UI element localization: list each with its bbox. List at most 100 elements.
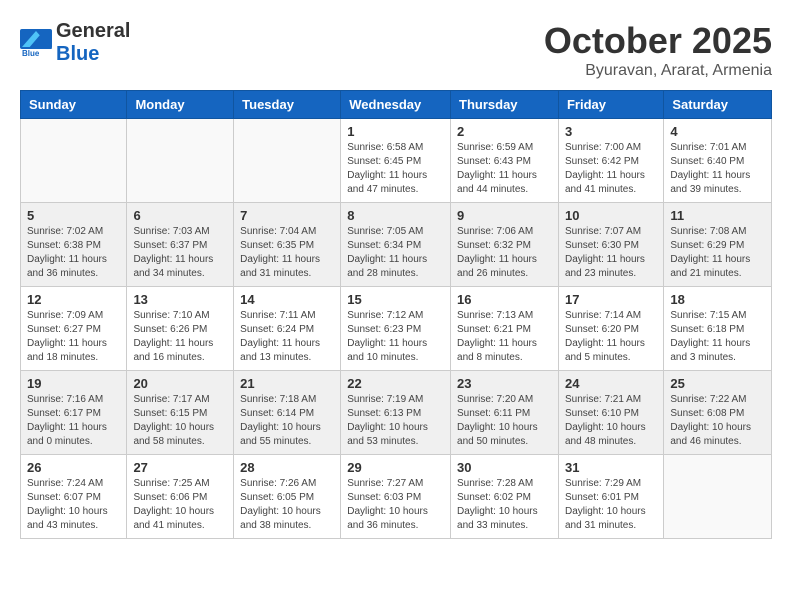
- weekday-header-thursday: Thursday: [451, 91, 559, 119]
- calendar-cell: 12 Sunrise: 7:09 AM Sunset: 6:27 PM Dayli…: [21, 287, 127, 371]
- day-number: 15: [347, 292, 444, 307]
- day-number: 3: [565, 124, 657, 139]
- logo-general-text: General: [56, 20, 130, 42]
- calendar-cell: 18Sunrise: 7:15 AM Sunset: 6:18 PM Dayli…: [664, 287, 772, 371]
- calendar-cell: 9Sunrise: 7:06 AM Sunset: 6:32 PM Daylig…: [451, 203, 559, 287]
- day-info: Sunrise: 7:17 AM Sunset: 6:15 PM Dayligh…: [133, 393, 227, 449]
- day-info: Sunrise: 7:02 AM Sunset: 6:38 PM Dayligh…: [27, 225, 120, 281]
- calendar-cell: 22 Sunrise: 7:19 AM Sunset: 6:13 PM Dayli…: [341, 371, 451, 455]
- calendar-cell: 23 Sunrise: 7:20 AM Sunset: 6:11 PM Dayli…: [451, 371, 559, 455]
- calendar-cell: 2 Sunrise: 6:59 AM Sunset: 6:43 PM Daylig…: [451, 119, 559, 203]
- day-number: 17: [565, 292, 657, 307]
- day-info: Sunrise: 7:19 AM Sunset: 6:13 PM Dayligh…: [347, 393, 444, 449]
- day-info: Sunrise: 7:26 AM Sunset: 6:05 PM Dayligh…: [240, 477, 334, 533]
- calendar-cell: 10Sunrise: 7:07 AM Sunset: 6:30 PM Dayli…: [558, 203, 663, 287]
- day-number: 11: [670, 208, 765, 223]
- day-number: 1: [347, 124, 444, 139]
- calendar-cell: 27 Sunrise: 7:25 AM Sunset: 6:06 PM Dayli…: [127, 455, 234, 539]
- weekday-header-row: SundayMondayTuesdayWednesdayThursdayFrid…: [21, 91, 772, 119]
- day-info: Sunrise: 7:20 AM Sunset: 6:11 PM Dayligh…: [457, 393, 552, 449]
- calendar-cell: 14Sunrise: 7:11 AM Sunset: 6:24 PM Dayli…: [234, 287, 341, 371]
- calendar-week-row: 5 Sunrise: 7:02 AM Sunset: 6:38 PM Daylig…: [21, 203, 772, 287]
- calendar-week-row: 1 Sunrise: 6:58 AM Sunset: 6:45 PM Daylig…: [21, 119, 772, 203]
- day-number: 19: [27, 376, 120, 391]
- day-number: 29: [347, 460, 444, 475]
- day-number: 31: [565, 460, 657, 475]
- day-info: Sunrise: 7:29 AM Sunset: 6:01 PM Dayligh…: [565, 477, 657, 533]
- day-info: Sunrise: 7:05 AM Sunset: 6:34 PM Dayligh…: [347, 225, 444, 281]
- calendar-cell: 11 Sunrise: 7:08 AM Sunset: 6:29 PM Dayli…: [664, 203, 772, 287]
- calendar-cell: 4 Sunrise: 7:01 AM Sunset: 6:40 PM Daylig…: [664, 119, 772, 203]
- calendar-cell: 17Sunrise: 7:14 AM Sunset: 6:20 PM Dayli…: [558, 287, 663, 371]
- svg-text:Blue: Blue: [22, 49, 40, 57]
- calendar-cell: 21Sunrise: 7:18 AM Sunset: 6:14 PM Dayli…: [234, 371, 341, 455]
- calendar-cell: 15 Sunrise: 7:12 AM Sunset: 6:23 PM Dayli…: [341, 287, 451, 371]
- day-info: Sunrise: 7:03 AM Sunset: 6:37 PM Dayligh…: [133, 225, 227, 281]
- calendar-cell: 3 Sunrise: 7:00 AM Sunset: 6:42 PM Daylig…: [558, 119, 663, 203]
- day-info: Sunrise: 7:08 AM Sunset: 6:29 PM Dayligh…: [670, 225, 765, 281]
- calendar-cell: 25 Sunrise: 7:22 AM Sunset: 6:08 PM Dayli…: [664, 371, 772, 455]
- calendar-week-row: 19 Sunrise: 7:16 AM Sunset: 6:17 PM Dayli…: [21, 371, 772, 455]
- day-info: Sunrise: 7:16 AM Sunset: 6:17 PM Dayligh…: [27, 393, 120, 449]
- day-number: 16: [457, 292, 552, 307]
- calendar-cell: [21, 119, 127, 203]
- day-info: Sunrise: 7:09 AM Sunset: 6:27 PM Dayligh…: [27, 309, 120, 365]
- day-number: 23: [457, 376, 552, 391]
- calendar-cell: 29 Sunrise: 7:27 AM Sunset: 6:03 PM Dayli…: [341, 455, 451, 539]
- title-section: October 2025 Byuravan, Ararat, Armenia: [544, 20, 772, 80]
- calendar-cell: 6 Sunrise: 7:03 AM Sunset: 6:37 PM Daylig…: [127, 203, 234, 287]
- day-info: Sunrise: 7:00 AM Sunset: 6:42 PM Dayligh…: [565, 141, 657, 197]
- day-number: 8: [347, 208, 444, 223]
- day-info: Sunrise: 7:24 AM Sunset: 6:07 PM Dayligh…: [27, 477, 120, 533]
- day-info: Sunrise: 7:01 AM Sunset: 6:40 PM Dayligh…: [670, 141, 765, 197]
- calendar-cell: [664, 455, 772, 539]
- logo-blue-text: Blue: [56, 43, 99, 65]
- calendar-cell: 24Sunrise: 7:21 AM Sunset: 6:10 PM Dayli…: [558, 371, 663, 455]
- day-info: Sunrise: 7:22 AM Sunset: 6:08 PM Dayligh…: [670, 393, 765, 449]
- day-number: 2: [457, 124, 552, 139]
- calendar-cell: 26 Sunrise: 7:24 AM Sunset: 6:07 PM Dayli…: [21, 455, 127, 539]
- day-info: Sunrise: 7:27 AM Sunset: 6:03 PM Dayligh…: [347, 477, 444, 533]
- day-number: 30: [457, 460, 552, 475]
- calendar-cell: 13Sunrise: 7:10 AM Sunset: 6:26 PM Dayli…: [127, 287, 234, 371]
- day-number: 26: [27, 460, 120, 475]
- day-info: Sunrise: 6:58 AM Sunset: 6:45 PM Dayligh…: [347, 141, 444, 197]
- calendar-cell: 8 Sunrise: 7:05 AM Sunset: 6:34 PM Daylig…: [341, 203, 451, 287]
- day-number: 22: [347, 376, 444, 391]
- page-header: Blue General Blue October 2025 Byuravan,…: [20, 20, 772, 80]
- day-info: Sunrise: 7:13 AM Sunset: 6:21 PM Dayligh…: [457, 309, 552, 365]
- day-number: 14: [240, 292, 334, 307]
- calendar-cell: 1 Sunrise: 6:58 AM Sunset: 6:45 PM Daylig…: [341, 119, 451, 203]
- day-info: Sunrise: 7:28 AM Sunset: 6:02 PM Dayligh…: [457, 477, 552, 533]
- month-year-title: October 2025: [544, 20, 772, 62]
- day-number: 27: [133, 460, 227, 475]
- calendar-cell: 30 Sunrise: 7:28 AM Sunset: 6:02 PM Dayli…: [451, 455, 559, 539]
- calendar-table: SundayMondayTuesdayWednesdayThursdayFrid…: [20, 90, 772, 539]
- calendar-week-row: 12 Sunrise: 7:09 AM Sunset: 6:27 PM Dayli…: [21, 287, 772, 371]
- calendar-cell: 5 Sunrise: 7:02 AM Sunset: 6:38 PM Daylig…: [21, 203, 127, 287]
- calendar-cell: [127, 119, 234, 203]
- day-number: 28: [240, 460, 334, 475]
- day-number: 4: [670, 124, 765, 139]
- weekday-header-wednesday: Wednesday: [341, 91, 451, 119]
- day-info: Sunrise: 7:12 AM Sunset: 6:23 PM Dayligh…: [347, 309, 444, 365]
- day-info: Sunrise: 7:25 AM Sunset: 6:06 PM Dayligh…: [133, 477, 227, 533]
- day-info: Sunrise: 7:21 AM Sunset: 6:10 PM Dayligh…: [565, 393, 657, 449]
- weekday-header-tuesday: Tuesday: [234, 91, 341, 119]
- calendar-cell: 7Sunrise: 7:04 AM Sunset: 6:35 PM Daylig…: [234, 203, 341, 287]
- calendar-cell: 28 Sunrise: 7:26 AM Sunset: 6:05 PM Dayli…: [234, 455, 341, 539]
- day-number: 10: [565, 208, 657, 223]
- day-number: 5: [27, 208, 120, 223]
- weekday-header-sunday: Sunday: [21, 91, 127, 119]
- calendar-week-row: 26 Sunrise: 7:24 AM Sunset: 6:07 PM Dayli…: [21, 455, 772, 539]
- weekday-header-monday: Monday: [127, 91, 234, 119]
- day-info: Sunrise: 7:04 AM Sunset: 6:35 PM Dayligh…: [240, 225, 334, 281]
- day-number: 25: [670, 376, 765, 391]
- calendar-cell: 19 Sunrise: 7:16 AM Sunset: 6:17 PM Dayli…: [21, 371, 127, 455]
- weekday-header-friday: Friday: [558, 91, 663, 119]
- day-info: Sunrise: 6:59 AM Sunset: 6:43 PM Dayligh…: [457, 141, 552, 197]
- logo-icon: Blue: [20, 29, 52, 57]
- weekday-header-saturday: Saturday: [664, 91, 772, 119]
- day-number: 12: [27, 292, 120, 307]
- day-number: 6: [133, 208, 227, 223]
